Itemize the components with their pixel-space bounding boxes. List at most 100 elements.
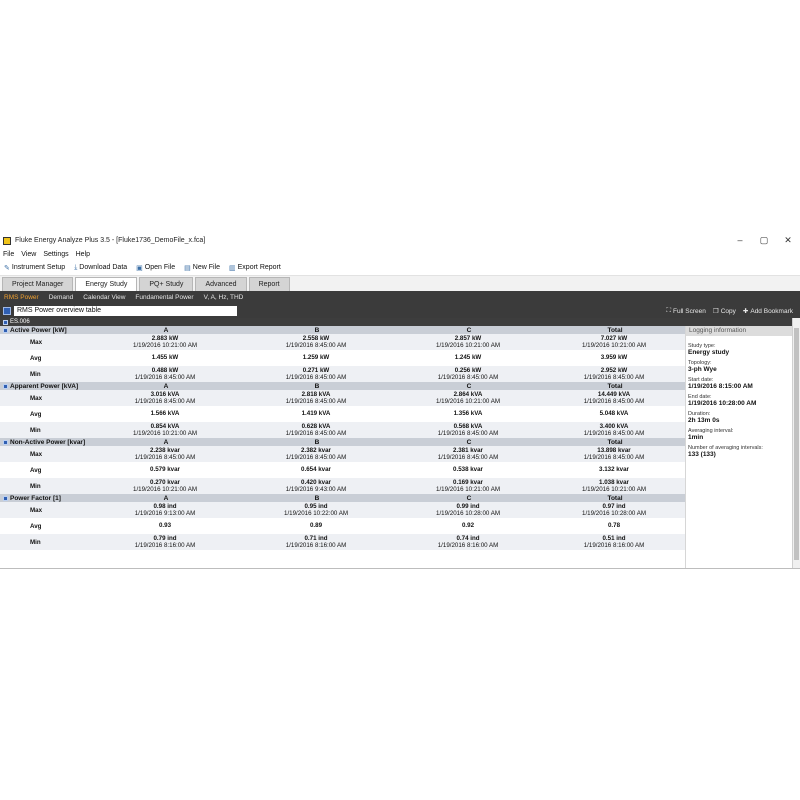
- subtab-rms-power[interactable]: RMS Power: [4, 294, 39, 301]
- collapse-icon[interactable]: [3, 327, 8, 333]
- section-title: Non-Active Power [kvar]: [0, 439, 91, 446]
- toolbar-instrument-setup-button[interactable]: ✎ Instrument Setup: [4, 264, 65, 272]
- toolbar-new-file-button[interactable]: ▤ New File: [184, 264, 220, 272]
- menu-help[interactable]: Help: [76, 251, 90, 258]
- section-body: Max 3.016 kVA 1/19/2016 8:45:00 AM 2.818 kV…: [0, 390, 685, 438]
- cell-timestamp: 1/19/2016 8:45:00 AM: [285, 342, 347, 349]
- table-cell: 1.038 kvar 1/19/2016 10:21:00 AM: [544, 479, 684, 494]
- cell-timestamp: 1/19/2016 10:21:00 AM: [436, 398, 500, 405]
- folder-icon: ▣: [136, 264, 143, 272]
- section-title-text: Apparent Power [kVA]: [10, 382, 79, 390]
- cell-value: 2.558 kW: [302, 334, 330, 342]
- table-cell: 0.78: [544, 522, 684, 530]
- menu-view[interactable]: View: [21, 251, 36, 258]
- cell-value: 2.818 kVA: [301, 390, 331, 398]
- close-button[interactable]: ✕: [776, 235, 800, 246]
- cell-value: 1.419 kVA: [301, 410, 331, 418]
- tab-report[interactable]: Report: [248, 277, 290, 291]
- table-cell: 0.74 ind 1/19/2016 8:16:00 AM: [392, 535, 544, 550]
- info-value: 2h 13m 0s: [688, 417, 720, 424]
- collapse-icon[interactable]: [3, 319, 8, 325]
- view-menu-icon[interactable]: [3, 307, 11, 315]
- cell-value: 0.99 ind: [456, 502, 480, 510]
- scroll-thumb[interactable]: [794, 328, 799, 560]
- subtab-fundamental-power[interactable]: Fundamental Power: [135, 294, 193, 301]
- cell-timestamp: 1/19/2016 9:43:00 AM: [285, 486, 347, 493]
- table-cell: 0.51 ind 1/19/2016 8:16:00 AM: [544, 535, 684, 550]
- toolbar-label: New File: [192, 264, 221, 271]
- copy-button[interactable]: ❐ Copy: [713, 307, 736, 316]
- tab-project-manager[interactable]: Project Manager: [2, 277, 74, 291]
- cell-value: 0.97 ind: [602, 502, 626, 510]
- collapse-icon[interactable]: [3, 439, 8, 445]
- column-header-total: Total: [607, 438, 623, 446]
- cell-value: 1.259 kW: [302, 354, 330, 362]
- table-row: Min 0.854 kVA 1/19/2016 10:21:00 AM 0.628 k…: [0, 422, 685, 438]
- menu-settings[interactable]: Settings: [43, 251, 68, 258]
- cell-value: 0.74 ind: [456, 534, 480, 542]
- add-bookmark-button[interactable]: ✚ Add Bookmark: [743, 307, 793, 316]
- tab-advanced[interactable]: Advanced: [195, 277, 247, 291]
- cell-value: 0.98 ind: [153, 502, 177, 510]
- tab-energy-study[interactable]: Energy Study: [75, 277, 138, 291]
- vertical-scrollbar[interactable]: [792, 318, 800, 568]
- study-id: ES.006: [10, 319, 30, 325]
- cell-timestamp: 1/19/2016 8:45:00 AM: [285, 430, 347, 437]
- toolbar-export-report-button[interactable]: ▥ Export Report: [229, 264, 281, 272]
- minimize-button[interactable]: –: [728, 235, 752, 246]
- table-cell: 0.71 ind 1/19/2016 8:16:00 AM: [240, 535, 392, 550]
- subtab-v-a-hz-thd[interactable]: V, A, Hz, THD: [204, 294, 244, 301]
- table-row: Max 2.883 kW 1/19/2016 10:21:00 AM 2.558 kW…: [0, 334, 685, 350]
- cell-value: 2.883 kW: [151, 334, 179, 342]
- table-cell: 1.419 kVA: [240, 410, 392, 418]
- section-header[interactable]: Active Power [kW] A B C Total: [0, 326, 685, 334]
- table-row: Min 0.488 kW 1/19/2016 8:45:00 AM 0.271 kW 1…: [0, 366, 685, 382]
- column-header-c: C: [466, 438, 472, 446]
- column-header-b: B: [314, 326, 320, 334]
- column-header-b: B: [314, 494, 320, 502]
- full-screen-button[interactable]: ⛶ Full Screen: [666, 307, 705, 315]
- toolbar-download-data-button[interactable]: ⤓ Download Data: [74, 264, 127, 272]
- cell-value: 0.93: [158, 522, 172, 530]
- cell-value: 0.256 kW: [454, 366, 482, 374]
- table-cell: 1.259 kW: [240, 354, 392, 362]
- cell-timestamp: 1/19/2016 8:45:00 AM: [583, 398, 645, 405]
- section-title: Power Factor [1]: [0, 495, 91, 502]
- table-cell: 2.857 kW 1/19/2016 10:21:00 AM: [392, 335, 544, 350]
- cell-timestamp: 1/19/2016 10:22:00 AM: [284, 510, 348, 517]
- cell-value: 1.566 kVA: [150, 410, 180, 418]
- toolbar-open-file-button[interactable]: ▣ Open File: [136, 264, 175, 272]
- table-row: Avg 0.93 0.89 0.92 0.78: [0, 518, 685, 534]
- cell-value: 2.381 kvar: [453, 446, 483, 454]
- cell-value: 0.79 ind: [153, 534, 177, 542]
- menu-file[interactable]: File: [3, 251, 14, 258]
- action-label: Full Screen: [673, 307, 706, 315]
- section-header[interactable]: Power Factor [1] A B C Total: [0, 494, 685, 502]
- row-label: Avg: [30, 410, 42, 418]
- collapse-icon[interactable]: [3, 495, 8, 501]
- table-cell: 0.99 ind 1/19/2016 10:28:00 AM: [392, 503, 544, 518]
- maximize-button[interactable]: ▢: [752, 235, 776, 246]
- table-cell: 0.628 kVA 1/19/2016 8:45:00 AM: [240, 423, 392, 438]
- cell-value: 2.382 kvar: [301, 446, 331, 454]
- collapse-icon[interactable]: [3, 383, 8, 389]
- table-cell: 5.048 kVA: [544, 410, 684, 418]
- table-row: Avg 0.579 kvar 0.654 kvar 0.538 kvar 3.132 k…: [0, 462, 685, 478]
- section-header[interactable]: Apparent Power [kVA] A B C Total: [0, 382, 685, 390]
- tab-pq-study[interactable]: PQ+ Study: [139, 277, 194, 291]
- subtab-demand[interactable]: Demand: [49, 294, 74, 301]
- table-cell: 0.271 kW 1/19/2016 8:45:00 AM: [240, 367, 392, 382]
- section-header[interactable]: Non-Active Power [kvar] A B C Total: [0, 438, 685, 446]
- cell-timestamp: 1/19/2016 10:21:00 AM: [133, 486, 197, 493]
- column-header-c: C: [466, 326, 472, 334]
- action-label: Add Bookmark: [750, 307, 793, 315]
- cell-value: 7.027 kW: [600, 334, 628, 342]
- table-row: Avg 1.566 kVA 1.419 kVA 1.356 kVA 5.048 kVA: [0, 406, 685, 422]
- table-cell: 0.97 ind 1/19/2016 10:28:00 AM: [544, 503, 684, 518]
- subtab-calendar-view[interactable]: Calendar View: [83, 294, 125, 301]
- view-selector[interactable]: RMS Power overview table: [14, 306, 237, 316]
- study-header[interactable]: ES.006: [0, 318, 800, 326]
- column-header-b: B: [314, 382, 320, 390]
- action-label: Copy: [720, 307, 736, 315]
- column-header-c: C: [466, 494, 472, 502]
